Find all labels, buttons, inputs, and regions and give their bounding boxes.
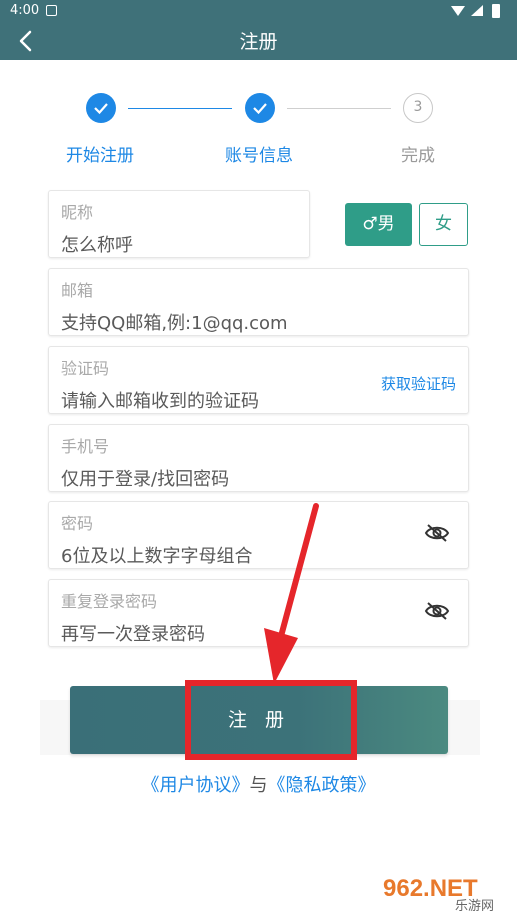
step-1-check-icon — [86, 93, 116, 123]
watermark-logo: 962.NET 乐游网 — [377, 872, 513, 914]
step-2-label: 账号信息 — [225, 146, 293, 166]
annotation-arrow-icon — [264, 503, 319, 684]
step-connector — [128, 108, 232, 109]
get-code-button[interactable]: 获取验证码 — [381, 373, 456, 394]
notification-icon — [46, 5, 57, 16]
email-label: 邮箱 — [61, 281, 94, 300]
annotation-highlight-box — [185, 680, 357, 760]
signal-icon — [451, 6, 465, 16]
verification-code-label: 验证码 — [61, 359, 110, 378]
agreement-line: 《用户协议》与《隐私政策》 — [0, 771, 517, 797]
phone-placeholder: 仅用于登录/找回密码 — [61, 469, 230, 490]
status-bar: 4:00 — [0, 0, 517, 22]
step-connector — [287, 108, 391, 109]
step-3-label: 完成 — [401, 146, 435, 166]
email-placeholder: 支持QQ邮箱,例:1@qq.com — [61, 313, 288, 334]
phone-field[interactable]: 手机号 仅用于登录/找回密码 — [48, 424, 469, 492]
nickname-field[interactable]: 昵称 怎么称呼 — [48, 190, 310, 258]
eye-off-icon[interactable] — [424, 522, 450, 544]
privacy-policy-link[interactable]: 《隐私政策》 — [268, 775, 376, 796]
repeat-password-label: 重复登录密码 — [61, 592, 158, 611]
phone-label: 手机号 — [61, 437, 110, 456]
verification-code-field[interactable]: 验证码 请输入邮箱收到的验证码 获取验证码 — [48, 346, 469, 414]
page-title: 注册 — [239, 31, 278, 53]
status-time: 4:00 — [10, 3, 40, 18]
user-agreement-link[interactable]: 《用户协议》 — [142, 775, 250, 796]
password-placeholder: 6位及以上数字字母组合 — [61, 546, 253, 567]
repeat-password-placeholder: 再写一次登录密码 — [61, 624, 205, 645]
step-1-label: 开始注册 — [66, 146, 134, 166]
gender-male-button[interactable]: ♂男 — [345, 203, 412, 246]
status-icons — [451, 4, 500, 18]
nickname-placeholder: 怎么称呼 — [61, 235, 133, 256]
nickname-label: 昵称 — [61, 203, 94, 222]
verification-code-placeholder: 请输入邮箱收到的验证码 — [61, 391, 259, 412]
step-3-number: 3 — [403, 93, 433, 123]
password-label: 密码 — [61, 514, 94, 533]
agreement-joiner: 与 — [249, 775, 268, 796]
eye-off-icon[interactable] — [424, 600, 450, 622]
wifi-icon — [471, 5, 483, 16]
battery-icon — [492, 4, 500, 18]
gender-female-button[interactable]: 女 — [419, 203, 468, 246]
watermark-subtext: 乐游网 — [455, 899, 494, 914]
email-field[interactable]: 邮箱 支持QQ邮箱,例:1@qq.com — [48, 268, 469, 336]
app-bar: 注册 — [0, 22, 517, 60]
step-2-check-icon — [245, 93, 275, 123]
watermark-text: 962.NET — [383, 875, 478, 902]
